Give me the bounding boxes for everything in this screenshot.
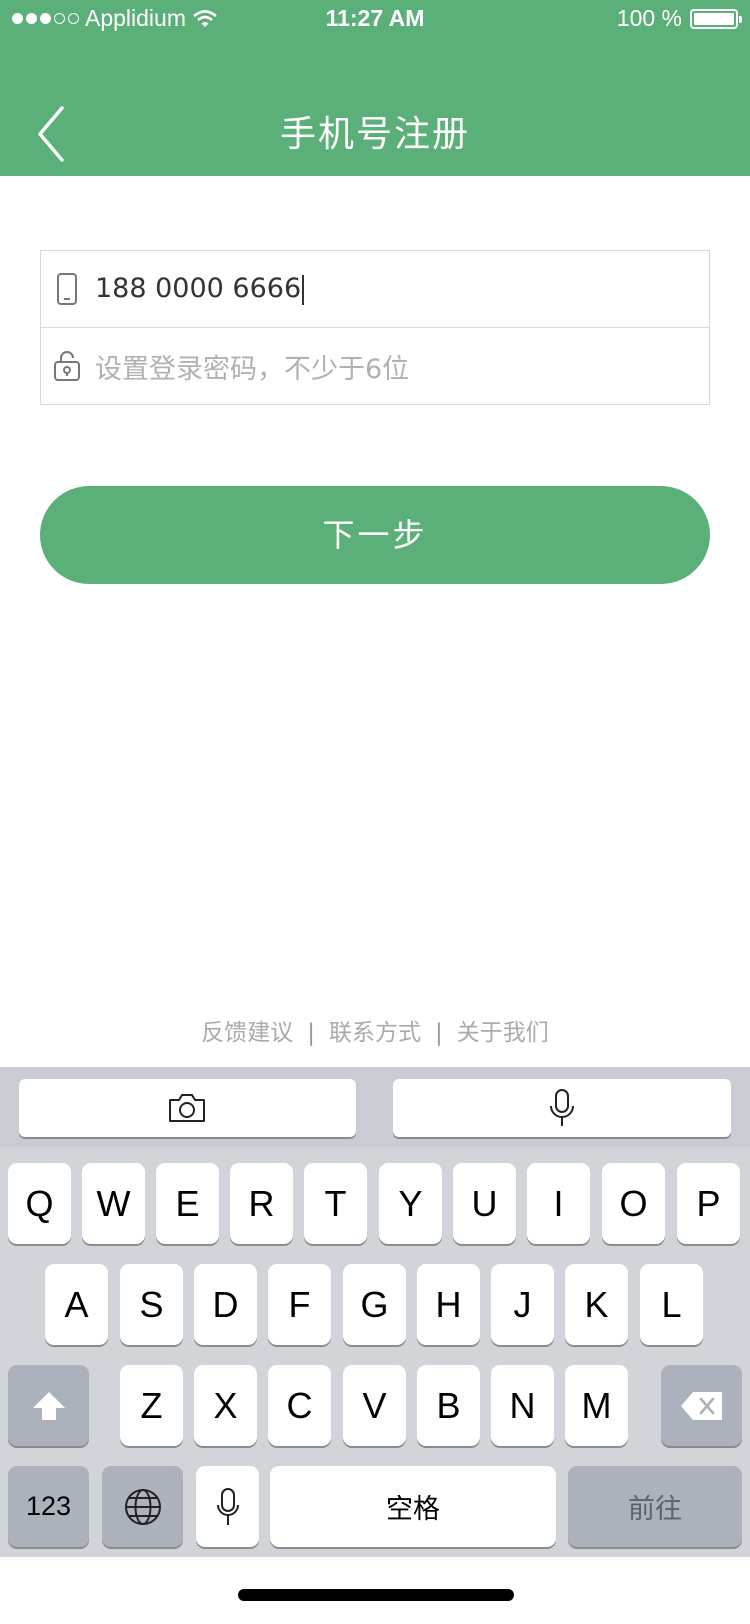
key-v[interactable]: V (343, 1365, 406, 1446)
key-f[interactable]: F (268, 1264, 331, 1345)
key-z[interactable]: Z (120, 1365, 183, 1446)
key-d[interactable]: D (194, 1264, 257, 1345)
password-input[interactable]: 设置登录密码，不少于6位 (95, 347, 409, 386)
key-w[interactable]: W (82, 1163, 145, 1244)
key-u[interactable]: U (453, 1163, 516, 1244)
phone-icon (57, 273, 77, 305)
globe-key[interactable] (102, 1466, 183, 1547)
key-c[interactable]: C (268, 1365, 331, 1446)
key-b[interactable]: B (417, 1365, 480, 1446)
contact-link[interactable]: 联系方式 (329, 1013, 421, 1047)
status-bar: Applidium 11:27 AM 100 % (0, 0, 750, 40)
text-caret (302, 274, 305, 305)
feedback-link[interactable]: 反馈建议 (201, 1013, 293, 1047)
next-step-button[interactable]: 下一步 (40, 486, 710, 584)
camera-button[interactable] (19, 1079, 356, 1137)
home-indicator-area (0, 1557, 750, 1624)
key-x[interactable]: X (194, 1365, 257, 1446)
space-key[interactable]: 空格 (270, 1466, 556, 1547)
voice-button[interactable] (393, 1079, 731, 1137)
keyboard: Q W E R T Y U I O P A S D F G H J K L Z … (0, 1067, 750, 1557)
key-y[interactable]: Y (379, 1163, 442, 1244)
phone-field[interactable]: 188 0000 6666 (41, 251, 709, 327)
go-key[interactable]: 前往 (568, 1466, 742, 1547)
key-i[interactable]: I (527, 1163, 590, 1244)
key-r[interactable]: R (230, 1163, 293, 1244)
key-t[interactable]: T (304, 1163, 367, 1244)
key-q[interactable]: Q (8, 1163, 71, 1244)
keyboard-toolbar (0, 1067, 750, 1147)
key-l[interactable]: L (640, 1264, 703, 1345)
key-k[interactable]: K (565, 1264, 628, 1345)
header: Applidium 11:27 AM 100 % 手机号注册 (0, 0, 750, 176)
backspace-icon (680, 1391, 722, 1420)
page-title: 手机号注册 (279, 114, 470, 155)
register-screen: Applidium 11:27 AM 100 % 手机号注册 188 0000 … (0, 0, 750, 1624)
globe-icon (124, 1488, 161, 1525)
key-e[interactable]: E (156, 1163, 219, 1244)
key-n[interactable]: N (491, 1365, 554, 1446)
microphone-icon (550, 1089, 574, 1126)
home-indicator[interactable] (238, 1589, 514, 1601)
microphone-icon (216, 1487, 239, 1525)
key-o[interactable]: O (602, 1163, 665, 1244)
dictation-key[interactable] (196, 1466, 259, 1547)
status-right: 100 % (616, 5, 742, 32)
key-h[interactable]: H (417, 1264, 480, 1345)
key-a[interactable]: A (45, 1264, 108, 1345)
delete-key[interactable] (661, 1365, 742, 1446)
shift-arrow-icon (32, 1391, 65, 1420)
footer-links: 反馈建议 | 联系方式 | 关于我们 (0, 1013, 750, 1047)
numbers-key[interactable]: 123 (8, 1466, 89, 1547)
shift-key[interactable] (8, 1365, 89, 1446)
password-field[interactable]: 设置登录密码，不少于6位 (41, 327, 709, 404)
link-separator: | (307, 1020, 315, 1046)
link-separator: | (435, 1020, 443, 1046)
register-form: 188 0000 6666 设置登录密码，不少于6位 (40, 250, 710, 405)
camera-icon (169, 1094, 205, 1122)
key-s[interactable]: S (120, 1264, 183, 1345)
key-m[interactable]: M (565, 1365, 628, 1446)
battery-percent: 100 % (616, 5, 682, 31)
lock-icon (54, 351, 80, 381)
key-p[interactable]: P (677, 1163, 740, 1244)
about-link[interactable]: 关于我们 (457, 1013, 549, 1047)
key-j[interactable]: J (491, 1264, 554, 1345)
key-g[interactable]: G (343, 1264, 406, 1345)
battery-icon (690, 8, 742, 29)
phone-input[interactable]: 188 0000 6666 (95, 273, 305, 305)
